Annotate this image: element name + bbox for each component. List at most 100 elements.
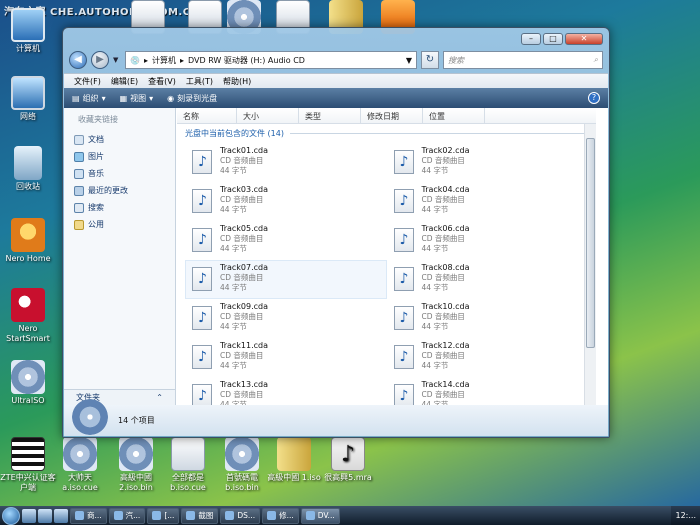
chevron-up-icon: ⌃ <box>156 393 163 402</box>
search-input[interactable]: 搜索 ⌕ <box>443 51 603 69</box>
maximize-button[interactable]: □ <box>543 33 563 45</box>
quicklaunch-ie-icon[interactable] <box>38 508 52 523</box>
taskbar-button[interactable]: 截图 <box>181 507 219 524</box>
address-dropdown-icon[interactable]: ▼ <box>406 56 412 65</box>
cd-audio-file-icon <box>393 189 414 213</box>
desktop-icon-nero-startsmart[interactable]: Nero StartSmart <box>0 288 56 344</box>
column-header-date[interactable]: 修改日期 <box>361 108 423 123</box>
cd-drive-icon: 💿 <box>130 55 140 65</box>
nav-item-search[interactable]: 搜索 <box>64 199 175 216</box>
file-item[interactable]: Track06.cdaCD 音频曲目44 字节 <box>387 221 589 260</box>
desktop-icon-b1[interactable]: 大帅天 a.iso.cue <box>52 437 108 493</box>
file-size: 44 字节 <box>220 361 247 371</box>
file-item-text: Track08.cda CD 音频曲目 44 字节 <box>422 263 470 293</box>
menu-help[interactable]: 帮助(H) <box>223 76 251 87</box>
file-item[interactable]: Track13.cdaCD 音频曲目44 字节 <box>185 377 387 405</box>
file-item-text: Track12.cda CD 音频曲目 44 字节 <box>422 341 470 371</box>
desktop-icon-ultraiso[interactable]: UltraISO <box>0 360 56 406</box>
desktop-icon-network[interactable]: 网络 <box>0 76 56 122</box>
file-item[interactable]: Track10.cdaCD 音频曲目44 字节 <box>387 299 589 338</box>
nav-item-documents[interactable]: 文档 <box>64 131 175 148</box>
close-button[interactable]: ✕ <box>565 33 603 45</box>
menu-edit[interactable]: 编辑(E) <box>111 76 138 87</box>
organize-button[interactable]: ▤ 组织 ▾ <box>72 93 106 104</box>
history-dropdown-icon[interactable]: ▼ <box>113 56 121 64</box>
file-item[interactable]: Track07.cdaCD 音频曲目44 字节 <box>185 260 387 299</box>
taskbar-button-label: [... <box>164 511 175 520</box>
taskbar-button[interactable]: [... <box>147 507 180 524</box>
desktop-icon-b5[interactable]: 高級中國 1.iso <box>266 437 322 483</box>
file-item-text: Track09.cda CD 音频曲目 44 字节 <box>220 302 268 332</box>
file-item[interactable]: Track11.cdaCD 音频曲目44 字节 <box>185 338 387 377</box>
vertical-scrollbar[interactable] <box>584 124 596 405</box>
desktop-icon-b3[interactable]: 全部都是 b.iso.cue <box>160 437 216 493</box>
disc-image-icon <box>63 437 97 471</box>
file-name: Track08.cda <box>421 263 470 272</box>
file-type: CD 音频曲目 <box>220 273 264 283</box>
file-name: Track03.cda <box>220 185 269 194</box>
taskbar-button[interactable]: DV... <box>300 507 340 524</box>
taskbar-button[interactable]: 修... <box>262 507 299 524</box>
refresh-button[interactable]: ↻ <box>421 51 439 69</box>
file-size: 44 字节 <box>421 244 449 254</box>
menu-tools[interactable]: 工具(T) <box>186 76 213 87</box>
file-item[interactable]: Track05.cdaCD 音频曲目44 字节 <box>185 221 387 260</box>
file-name: Track11.cda <box>220 341 269 350</box>
desktop-icon-b2[interactable]: 高級中國 2.iso.bin <box>108 437 164 493</box>
breadcrumb-drive[interactable]: DVD RW 驱动器 (H:) Audio CD <box>188 55 305 66</box>
file-item[interactable]: Track12.cdaCD 音频曲目44 字节 <box>387 338 589 377</box>
minimize-button[interactable]: – <box>521 33 541 45</box>
nav-item-pictures[interactable]: 图片 <box>64 148 175 165</box>
forward-button[interactable]: ▶ <box>91 51 109 69</box>
views-button[interactable]: ▦ 视图 ▾ <box>120 93 154 104</box>
clock[interactable]: 12:... <box>675 511 696 520</box>
search-icon[interactable]: ⌕ <box>594 55 598 65</box>
column-header-location[interactable]: 位置 <box>423 108 485 123</box>
column-header-type[interactable]: 类型 <box>299 108 361 123</box>
back-button[interactable]: ◀ <box>69 51 87 69</box>
desktop-icon-computer[interactable]: 计算机 <box>0 8 56 54</box>
file-item-text: Track03.cda CD 音频曲目 44 字节 <box>220 185 268 215</box>
file-item[interactable]: Track14.cdaCD 音频曲目44 字节 <box>387 377 589 405</box>
breadcrumb-computer[interactable]: 计算机 <box>152 55 176 66</box>
command-bar: ▤ 组织 ▾ ▦ 视图 ▾ ◉ 刻录到光盘 ? <box>64 88 608 108</box>
cd-audio-file-icon <box>393 150 414 174</box>
file-item[interactable]: Track04.cdaCD 音频曲目44 字节 <box>387 182 589 221</box>
disc-icon <box>11 360 45 394</box>
column-header-name[interactable]: 名称 <box>177 108 237 123</box>
taskbar-button[interactable]: 商... <box>70 507 107 524</box>
scrollbar-thumb[interactable] <box>586 138 595 348</box>
column-header-size[interactable]: 大小 <box>237 108 299 123</box>
nero-icon <box>11 288 45 322</box>
desktop-icon-b4[interactable]: 首號碼電 b.iso.bin <box>214 437 270 493</box>
file-item[interactable]: Track01.cdaCD 音频曲目44 字节 <box>185 143 387 182</box>
start-button[interactable] <box>2 506 20 525</box>
file-item[interactable]: Track09.cdaCD 音频曲目44 字节 <box>185 299 387 338</box>
burn-disc-icon: ◉ <box>167 93 175 103</box>
desktop-icon-zte[interactable]: ZTE中兴认证客户端 <box>0 437 56 493</box>
taskbar-button[interactable]: 汽... <box>108 507 146 524</box>
menu-view[interactable]: 查看(V) <box>148 76 176 87</box>
quicklaunch-explorer-icon[interactable] <box>54 508 68 523</box>
desktop-icon-label: Nero StartSmart <box>6 324 50 343</box>
nav-item-public[interactable]: 公用 <box>64 216 175 233</box>
file-name: Track06.cda <box>421 224 470 233</box>
file-item[interactable]: Track03.cdaCD 音频曲目44 字节 <box>185 182 387 221</box>
help-icon[interactable]: ? <box>588 92 600 104</box>
taskbar-button[interactable]: DS... <box>220 507 261 524</box>
burn-button[interactable]: ◉ 刻录到光盘 <box>167 93 217 104</box>
menu-file[interactable]: 文件(F) <box>74 76 101 87</box>
address-bar[interactable]: 💿 ▸ 计算机 ▸ DVD RW 驱动器 (H:) Audio CD ▼ <box>125 51 417 69</box>
quicklaunch-desktop-icon[interactable] <box>22 508 36 523</box>
nav-item-music[interactable]: 音乐 <box>64 165 175 182</box>
nav-item-recent[interactable]: 最近的更改 <box>64 182 175 199</box>
desktop-icon-b6[interactable]: 很高興5.mra <box>320 437 376 483</box>
group-title-text: 光盘中当前包含的文件 (14) <box>185 129 284 138</box>
cd-audio-file-icon <box>192 345 212 369</box>
file-item[interactable]: Track02.cdaCD 音频曲目44 字节 <box>387 143 589 182</box>
zte-icon <box>11 437 45 471</box>
desktop-icon-recycle-bin[interactable]: 回收站 <box>0 146 56 192</box>
app-icon <box>152 511 162 520</box>
file-item[interactable]: Track08.cdaCD 音频曲目44 字节 <box>387 260 589 299</box>
desktop-icon-nero-home[interactable]: Nero Home <box>0 218 56 264</box>
